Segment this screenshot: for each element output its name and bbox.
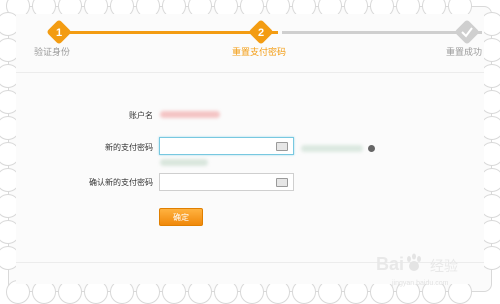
step-1-label: 验证身份 (34, 47, 71, 57)
info-icon[interactable] (368, 145, 375, 152)
step-1-number: 1 (55, 27, 63, 39)
password-hint-text (301, 145, 363, 152)
confirm-password-label: 确认新的支付密码 (89, 178, 153, 187)
account-name-value (160, 111, 220, 118)
watermark-logo-text: Bai (376, 254, 405, 274)
paw-icon (407, 253, 421, 271)
watermark-brand-text: 经验 (430, 258, 458, 274)
password-strength-hint (160, 159, 208, 166)
confirm-password-input[interactable] (159, 173, 294, 191)
progress-track-complete (58, 31, 278, 34)
header-divider (16, 72, 484, 73)
new-password-input[interactable] (159, 137, 294, 155)
step-2-number: 2 (257, 27, 265, 39)
keyboard-icon[interactable] (276, 178, 288, 187)
step-2-label: 重置支付密码 (232, 47, 287, 57)
account-name-label: 账户名 (129, 111, 153, 120)
check-icon (461, 27, 473, 38)
new-password-label: 新的支付密码 (105, 143, 153, 152)
keyboard-icon[interactable] (276, 142, 288, 151)
step-3-label: 重置成功 (446, 47, 483, 57)
watermark-url: jingyan.baidu.com (392, 280, 449, 287)
step-progress-bar: 1 验证身份 2 重置支付密码 重置成功 (20, 19, 483, 60)
progress-track-pending (282, 31, 482, 34)
submit-button[interactable]: 确定 (159, 208, 203, 226)
